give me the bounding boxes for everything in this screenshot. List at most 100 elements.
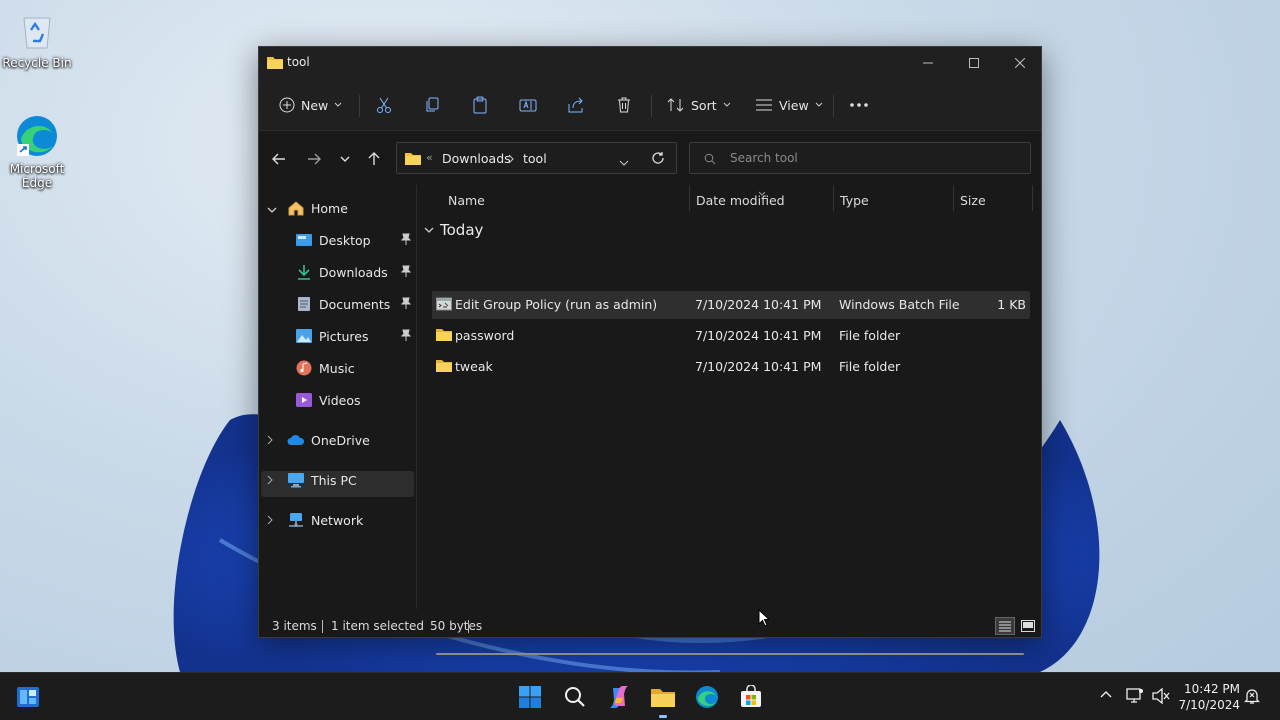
edge-taskbar-button[interactable] (691, 681, 723, 713)
details-view-button[interactable] (995, 617, 1015, 635)
window-title: tool (287, 55, 310, 69)
refresh-button[interactable] (651, 151, 665, 168)
sidebar-item-music[interactable]: Music (295, 355, 415, 381)
column-separator[interactable] (1032, 185, 1033, 211)
sidebar-item-label: Downloads (319, 264, 388, 280)
view-label: View (779, 97, 809, 113)
column-separator[interactable] (689, 185, 690, 211)
volume-button[interactable] (1152, 687, 1170, 707)
sidebar-item-home[interactable]: Home (267, 195, 348, 221)
more-icon (850, 103, 868, 107)
breadcrumb-downloads[interactable]: Downloads (442, 151, 511, 166)
desktop-icon-recycle-bin[interactable]: Recycle Bin (1, 8, 73, 70)
share-button[interactable] (567, 89, 585, 121)
forward-button[interactable] (302, 147, 326, 171)
chevron-right-icon (508, 153, 514, 167)
sidebar-item-desktop[interactable]: Desktop (295, 227, 415, 253)
file-type: Windows Batch File (839, 297, 960, 312)
start-button[interactable] (514, 681, 546, 713)
minimize-icon (923, 62, 933, 64)
more-options-button[interactable] (849, 89, 869, 121)
column-separator[interactable] (953, 185, 954, 211)
navigation-pane: Home Desktop Downloads Documents Picture… (259, 185, 417, 609)
refresh-icon (652, 152, 664, 164)
close-button[interactable] (997, 47, 1043, 79)
clock-time: 10:42 PM (1184, 682, 1240, 696)
column-header-size[interactable]: Size (960, 193, 986, 208)
minimize-button[interactable] (905, 47, 951, 79)
address-bar[interactable]: « Downloads tool (396, 142, 677, 174)
chevron-right-icon[interactable] (267, 473, 281, 488)
paste-button[interactable] (471, 89, 489, 121)
chevron-right-icon[interactable] (267, 433, 281, 448)
table-row[interactable]: password 7/10/2024 10:41 PM File folder (432, 322, 1030, 350)
status-separator (322, 620, 323, 633)
file-type: File folder (839, 359, 901, 374)
maximize-button[interactable] (951, 47, 997, 79)
chevron-down-icon (619, 160, 629, 166)
store-taskbar-button[interactable] (735, 681, 767, 713)
desktop-icon-edge[interactable]: Microsoft Edge (1, 114, 73, 190)
trash-icon (618, 97, 630, 113)
show-hidden-icons-button[interactable] (1100, 687, 1112, 701)
sort-button[interactable]: Sort (667, 89, 731, 121)
chevron-down-icon[interactable] (267, 201, 281, 216)
title-bar[interactable]: tool (259, 47, 1041, 79)
sidebar-item-pictures[interactable]: Pictures (295, 323, 415, 349)
folder-icon (436, 358, 452, 375)
sidebar-item-label: Desktop (319, 232, 371, 248)
copy-button[interactable] (423, 89, 441, 121)
table-row[interactable]: tweak 7/10/2024 10:41 PM File folder (432, 353, 1030, 381)
sidebar-item-documents[interactable]: Documents (295, 291, 415, 317)
folder-icon (405, 151, 421, 168)
group-header-today[interactable]: Today (424, 221, 483, 239)
breadcrumb-tool[interactable]: tool (523, 151, 547, 166)
sidebar-item-onedrive[interactable]: OneDrive (267, 427, 370, 453)
recent-locations-button[interactable] (333, 147, 357, 171)
copy-icon (426, 97, 439, 112)
column-header-type[interactable]: Type (840, 193, 869, 208)
rename-icon (519, 99, 537, 112)
chevron-right-icon[interactable] (267, 513, 281, 528)
column-header-date-modified[interactable]: Date modified (696, 193, 785, 208)
table-row[interactable]: Edit Group Policy (run as admin) 7/10/20… (432, 291, 1030, 319)
notifications-button[interactable] (1243, 687, 1261, 708)
pin-icon (400, 265, 412, 280)
ethernet-icon (1126, 688, 1143, 703)
computer-icon (287, 471, 305, 489)
sidebar-item-this-pc[interactable]: This PC (267, 467, 357, 493)
copilot-button[interactable] (603, 681, 635, 713)
column-separator[interactable] (833, 185, 834, 211)
column-header-name[interactable]: Name (448, 193, 485, 208)
sort-icon (667, 98, 684, 112)
search-taskbar-button[interactable] (559, 681, 591, 713)
search-box[interactable]: Search tool (689, 142, 1031, 174)
back-button[interactable] (267, 147, 291, 171)
address-dropdown-button[interactable] (619, 155, 629, 169)
sidebar-item-videos[interactable]: Videos (295, 387, 415, 413)
file-date: 7/10/2024 10:41 PM (695, 359, 822, 374)
sidebar-item-network[interactable]: Network (267, 507, 363, 533)
tiles-view-button[interactable] (1019, 617, 1037, 635)
file-name: password (455, 328, 515, 343)
view-button[interactable]: View (755, 89, 823, 121)
close-icon (1015, 58, 1025, 68)
navigation-bar: « Downloads tool Search tool (259, 131, 1041, 185)
download-icon (295, 263, 313, 281)
file-size: 1 KB (997, 297, 1026, 312)
cut-button[interactable] (375, 89, 393, 121)
network-status-button[interactable] (1126, 688, 1144, 707)
taskbar-clock[interactable]: 10:42 PM 7/10/2024 (1178, 681, 1240, 713)
rename-button[interactable] (519, 89, 537, 121)
sidebar-item-downloads[interactable]: Downloads (295, 259, 415, 285)
edge-icon (15, 114, 59, 158)
file-explorer-taskbar-button[interactable] (647, 681, 679, 718)
widgets-button[interactable] (12, 681, 44, 713)
breadcrumb-overflow[interactable]: « (426, 151, 433, 164)
video-icon (295, 391, 313, 409)
new-button[interactable]: New (279, 89, 342, 121)
delete-button[interactable] (615, 89, 633, 121)
up-button[interactable] (362, 147, 386, 171)
cloud-icon (287, 431, 305, 449)
horizontal-scrollbar[interactable] (436, 653, 1024, 655)
